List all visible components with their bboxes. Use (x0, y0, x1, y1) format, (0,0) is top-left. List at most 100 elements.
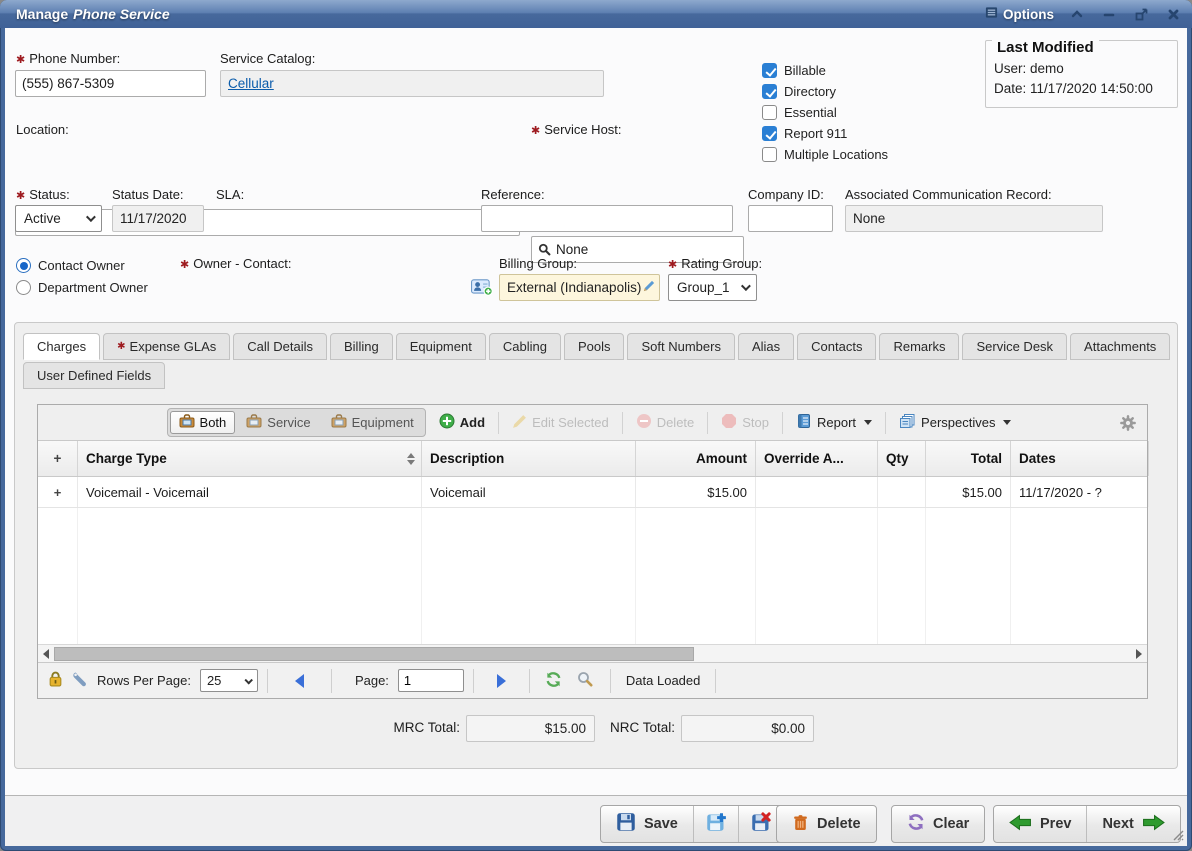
wrench-icon[interactable] (72, 671, 88, 690)
tab-remarks[interactable]: Remarks (879, 333, 959, 360)
tab-equipment[interactable]: Equipment (396, 333, 486, 360)
report-button[interactable]: Report (789, 410, 879, 435)
lock-icon[interactable] (48, 671, 63, 690)
essential-checkbox[interactable]: Essential (762, 104, 888, 121)
tab-contacts[interactable]: Contacts (797, 333, 876, 360)
refresh-icon[interactable] (545, 671, 562, 691)
reference-field[interactable] (481, 205, 733, 232)
chevron-down-icon (86, 212, 96, 222)
filter-service-button[interactable]: Service (237, 411, 319, 434)
billing-group-field[interactable]: External (Indianapolis) (499, 274, 660, 301)
toolbar-separator (885, 412, 886, 434)
status-select[interactable]: Active (15, 205, 102, 232)
department-owner-radio[interactable]: Department Owner (16, 279, 148, 296)
status-label: ✱Status: (16, 187, 70, 202)
mrc-total-label: MRC Total: (360, 720, 460, 735)
tab-cabling[interactable]: Cabling (489, 333, 561, 360)
resize-grip[interactable] (1168, 825, 1184, 844)
column-dates[interactable]: Dates (1011, 441, 1149, 476)
next-arrow-icon (1142, 813, 1165, 836)
clear-button[interactable]: Clear (891, 805, 985, 843)
edit-selected-button[interactable]: Edit Selected (505, 411, 616, 435)
options-button[interactable]: Options (985, 6, 1054, 22)
perspectives-icon (899, 413, 916, 432)
checkbox-unchecked-icon (762, 105, 777, 120)
owner-type-radios: Contact Owner Department Owner (16, 257, 148, 296)
delete-row-button[interactable]: Delete (629, 410, 702, 435)
tab-billing[interactable]: Billing (330, 333, 393, 360)
rating-group-select[interactable]: Group_1 (668, 274, 757, 301)
tab-strip-row1: Charges ✱Expense GLAs Call Details Billi… (15, 323, 1177, 360)
column-override-amount[interactable]: Override A... (756, 441, 878, 476)
column-qty[interactable]: Qty (878, 441, 926, 476)
edit-pencil-icon[interactable] (643, 280, 655, 295)
manage-phone-service-window: ManagePhone Service Options ✱Phone Numbe… (0, 0, 1192, 851)
contact-owner-radio[interactable]: Contact Owner (16, 257, 148, 274)
minimize-icon[interactable] (1100, 5, 1118, 23)
radio-unselected-icon (16, 280, 31, 295)
collapse-icon[interactable] (1068, 5, 1086, 23)
table-row[interactable]: + Voicemail - Voicemail Voicemail $15.00… (38, 477, 1147, 508)
gear-icon[interactable] (1119, 414, 1137, 435)
search-icon[interactable] (577, 671, 593, 690)
grid-header-row: + Charge Type Description Amount Overrid… (38, 441, 1147, 477)
popout-icon[interactable] (1132, 5, 1150, 23)
previous-page-icon[interactable] (295, 674, 304, 688)
next-button[interactable]: Next (1087, 806, 1179, 842)
stop-button[interactable]: Stop (714, 410, 776, 435)
next-page-icon[interactable] (497, 674, 506, 688)
column-amount[interactable]: Amount (636, 441, 756, 476)
filter-equipment-button[interactable]: Equipment (322, 411, 423, 434)
scroll-right-icon[interactable] (1131, 646, 1147, 662)
tab-expense-glas[interactable]: ✱Expense GLAs (103, 333, 230, 360)
column-total[interactable]: Total (926, 441, 1011, 476)
nrc-total-label: NRC Total: (601, 720, 675, 735)
phone-number-field[interactable] (15, 70, 206, 97)
save-and-new-button[interactable] (694, 806, 738, 842)
cell-qty (878, 477, 926, 507)
perspectives-button[interactable]: Perspectives (892, 410, 1018, 435)
save-button-group: Save (600, 805, 784, 843)
tab-service-desk[interactable]: Service Desk (962, 333, 1067, 360)
tab-soft-numbers[interactable]: Soft Numbers (627, 333, 734, 360)
multiple-locations-checkbox[interactable]: Multiple Locations (762, 146, 888, 163)
rows-per-page-select[interactable]: 25 (200, 669, 258, 692)
company-id-field[interactable] (748, 205, 833, 232)
row-expander[interactable]: + (38, 477, 78, 507)
tab-pools[interactable]: Pools (564, 333, 625, 360)
status-date-field: 11/17/2020 (112, 205, 204, 232)
horizontal-scrollbar[interactable] (38, 644, 1147, 662)
scroll-left-icon[interactable] (38, 646, 54, 662)
associated-communication-record-field: None (845, 205, 1103, 232)
rating-group-label: ✱Rating Group: (668, 256, 762, 271)
prev-button[interactable]: Prev (994, 806, 1086, 842)
associated-communication-record-label: Associated Communication Record: (845, 187, 1052, 202)
delete-button[interactable]: Delete (776, 805, 877, 843)
chevron-down-icon (864, 420, 872, 425)
remove-icon (636, 413, 652, 432)
billing-group-label: Billing Group: (499, 256, 577, 271)
tab-alias[interactable]: Alias (738, 333, 794, 360)
report-911-checkbox[interactable]: Report 911 (762, 125, 888, 142)
tab-call-details[interactable]: Call Details (233, 333, 327, 360)
search-icon (538, 243, 551, 256)
close-icon[interactable] (1164, 5, 1182, 23)
column-charge-type[interactable]: Charge Type (78, 441, 422, 476)
billable-checkbox[interactable]: Billable (762, 62, 888, 79)
directory-checkbox[interactable]: Directory (762, 83, 888, 100)
scrollbar-thumb[interactable] (54, 647, 694, 661)
page-input[interactable] (398, 669, 464, 692)
scrollbar-track[interactable] (54, 647, 1131, 661)
nav-button-group: Prev Next (993, 805, 1181, 843)
tab-attachments[interactable]: Attachments (1070, 333, 1170, 360)
add-button[interactable]: Add (432, 410, 492, 435)
tab-user-defined-fields[interactable]: User Defined Fields (23, 362, 165, 389)
phone-number-label: ✱Phone Number: (16, 51, 120, 66)
add-contact-icon[interactable] (471, 278, 493, 299)
column-description[interactable]: Description (422, 441, 636, 476)
tab-charges[interactable]: Charges (23, 333, 100, 360)
column-expander[interactable]: + (38, 441, 78, 476)
save-button[interactable]: Save (601, 806, 693, 842)
service-catalog-link[interactable]: Cellular (228, 76, 274, 91)
filter-both-button[interactable]: Both (170, 411, 236, 434)
